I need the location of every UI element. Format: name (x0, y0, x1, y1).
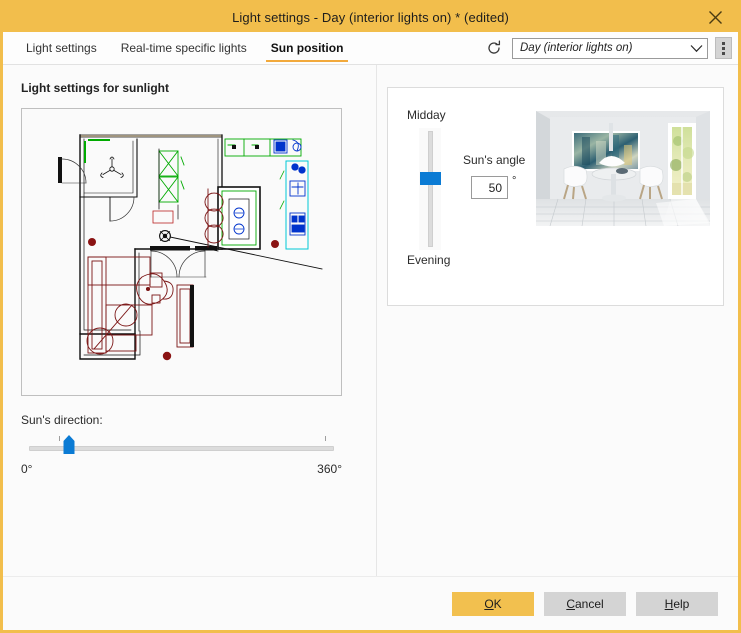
more-vertical-icon (722, 42, 725, 45)
title-bar: Light settings - Day (interior lights on… (3, 3, 738, 32)
window-title: Light settings - Day (interior lights on… (232, 10, 509, 25)
sun-direction-scale: 0° 360° (21, 462, 342, 476)
close-icon (708, 10, 723, 25)
light-settings-dialog: Light settings - Day (interior lights on… (0, 0, 741, 633)
dialog-footer: OK Cancel Help (3, 576, 738, 630)
ok-mnemonic: O (484, 597, 493, 611)
slider-thumb-icon (62, 435, 75, 455)
sun-angle-slider[interactable] (419, 128, 441, 250)
section-title: Light settings for sunlight (21, 81, 358, 95)
more-vertical-icon (722, 47, 725, 50)
tab-light-settings[interactable]: Light settings (17, 32, 106, 64)
help-button[interactable]: Help (636, 592, 718, 616)
more-options-button[interactable] (715, 37, 732, 59)
tab-bar: Light settings Real-time specific lights… (3, 32, 738, 65)
refresh-icon (486, 40, 502, 56)
light-preset-dropdown[interactable]: Day (interior lights on) (512, 38, 708, 59)
tab-label: Real-time specific lights (121, 41, 247, 55)
tab-real-time-specific-lights[interactable]: Real-time specific lights (112, 32, 256, 64)
sun-angle-input[interactable] (471, 176, 508, 199)
refresh-button[interactable] (483, 37, 505, 59)
cancel-label-rest: ancel (575, 597, 604, 611)
slider-tick (325, 436, 326, 441)
help-mnemonic: H (665, 597, 674, 611)
sun-direction-min: 0° (21, 462, 32, 476)
sunlight-settings-pane: Light settings for sunlight (3, 65, 377, 576)
tab-label: Sun position (271, 41, 344, 55)
cancel-button[interactable]: Cancel (544, 592, 626, 616)
degree-symbol: ° (512, 175, 516, 187)
sun-direction-label: Sun's direction: (21, 413, 342, 427)
ok-button[interactable]: OK (452, 592, 534, 616)
help-label-rest: elp (673, 597, 689, 611)
sun-angle-label: Sun's angle (463, 153, 525, 167)
sun-angle-card: Midday Evening Sun's angle ° (387, 87, 724, 306)
slider-tick (59, 436, 60, 441)
sun-direction-max: 360° (317, 462, 342, 476)
light-preset-value: Day (interior lights on) (520, 42, 690, 54)
sun-direction-block: Sun's direction: 0° 360° (21, 413, 342, 476)
slider-track (428, 131, 433, 247)
floor-plan-card[interactable] (21, 108, 342, 396)
cancel-mnemonic: C (566, 597, 575, 611)
ok-label-rest: K (494, 597, 502, 611)
sun-angle-slider-thumb[interactable] (420, 172, 441, 185)
chevron-down-icon (690, 44, 703, 53)
sun-angle-input-row: ° (471, 176, 516, 199)
render-image (536, 111, 710, 226)
tab-sun-position[interactable]: Sun position (262, 32, 353, 64)
tab-bar-actions: Day (interior lights on) (483, 32, 738, 64)
floor-plan-drawing (22, 109, 341, 395)
dialog-body: Light settings for sunlight (3, 65, 738, 576)
tab-label: Light settings (26, 41, 97, 55)
midday-label: Midday (407, 108, 446, 122)
sunlight-render-preview[interactable] (536, 111, 710, 226)
close-button[interactable] (698, 3, 732, 32)
more-vertical-icon (722, 52, 725, 55)
evening-label: Evening (407, 253, 450, 267)
sun-direction-slider-thumb[interactable] (62, 435, 75, 455)
sun-direction-slider[interactable] (21, 434, 342, 456)
sun-angle-pane: Midday Evening Sun's angle ° (377, 65, 741, 576)
